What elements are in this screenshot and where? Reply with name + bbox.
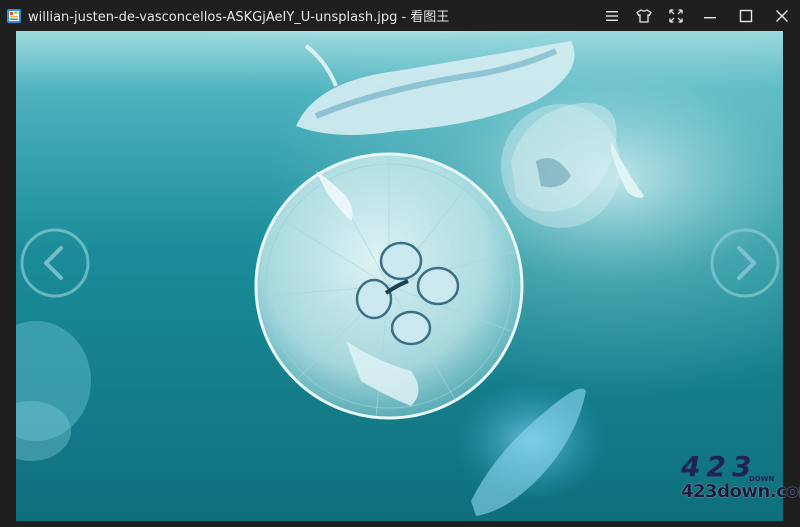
image-viewer-window: willian-justen-de-vasconcellos-ASKGjAeIY… xyxy=(0,0,800,527)
menu-button[interactable] xyxy=(596,0,628,31)
skin-icon xyxy=(636,8,652,23)
close-icon xyxy=(776,9,788,22)
menu-icon xyxy=(606,10,618,21)
maximize-button[interactable] xyxy=(728,0,764,31)
fullscreen-icon xyxy=(669,8,683,23)
minimize-icon xyxy=(704,16,716,18)
viewer-app-icon xyxy=(7,8,21,23)
title-bar[interactable]: willian-justen-de-vasconcellos-ASKGjAeIY… xyxy=(0,0,800,31)
fullscreen-button[interactable] xyxy=(660,0,692,31)
svg-text:423: 423 xyxy=(680,452,757,482)
window-controls xyxy=(596,0,800,31)
close-button[interactable] xyxy=(764,0,800,31)
watermark-site-text: 423down.com xyxy=(681,481,800,502)
chevron-left-icon xyxy=(20,228,90,298)
maximize-icon xyxy=(739,9,753,22)
window-title: willian-justen-de-vasconcellos-ASKGjAeIY… xyxy=(28,10,450,25)
next-image-button[interactable] xyxy=(709,227,781,299)
site-watermark: 423 DOWN 423down.com xyxy=(679,450,800,510)
skin-button[interactable] xyxy=(628,0,660,31)
watermark-logo: 423 DOWN xyxy=(680,450,774,483)
jellyfish-photo xyxy=(16,31,783,521)
chevron-right-icon xyxy=(710,228,780,298)
minimize-button[interactable] xyxy=(692,0,728,31)
image-canvas[interactable] xyxy=(16,31,783,521)
previous-image-button[interactable] xyxy=(19,227,91,299)
